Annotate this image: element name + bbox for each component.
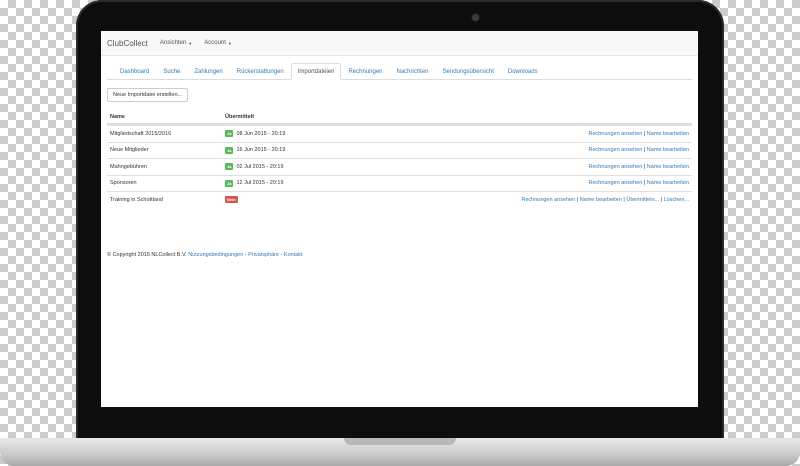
row-date: 02 Jul 2015 - 20:19 <box>236 163 284 170</box>
row-actions: Rechnungen ansehen | Name bearbeiten <box>588 147 689 154</box>
row-actions: Rechnungen ansehen | Name bearbeiten <box>588 163 689 170</box>
status-badge: Ja <box>225 146 234 154</box>
table-row: Neue Mitglieder Ja 16 Jun 2015 - 20:19 R… <box>107 141 692 159</box>
view-invoices-link[interactable]: Rechnungen ansehen <box>588 147 642 153</box>
row-date: 08 Jun 2015 - 20:19 <box>236 130 286 137</box>
tab-importdateien[interactable]: Importdateien <box>290 63 342 80</box>
row-name: Sponsoren <box>110 180 137 187</box>
edit-name-link[interactable]: Name bearbeiten <box>647 164 689 170</box>
caret-down-icon: ▼ <box>188 40 193 46</box>
table-header: Name Übermittelt <box>107 110 692 125</box>
row-date: 16 Jun 2015 - 20:19 <box>236 147 286 154</box>
tab-suche[interactable]: Suche <box>156 63 187 80</box>
column-header-transmitted: Übermittelt <box>225 113 255 120</box>
privacy-link[interactable]: Privatsphäre <box>248 252 279 258</box>
import-files-table: Name Übermittelt Mitgliedschaft 2015/201… <box>107 110 692 208</box>
row-transmitted: Ja 16 Jun 2015 - 20:19 <box>225 146 445 154</box>
table-row: Training in Schottland Nein Rechnungen a… <box>107 191 692 208</box>
row-name: Training in Schottland <box>110 196 163 203</box>
row-transmitted: Ja 12 Jul 2015 - 20:19 <box>225 179 445 187</box>
tab-rechnungen[interactable]: Rechnungen <box>341 63 389 80</box>
contact-link[interactable]: Kontakt <box>284 252 303 258</box>
status-badge: Ja <box>225 130 234 138</box>
camera-icon <box>472 14 479 21</box>
row-actions: Rechnungen ansehen | Name bearbeiten <box>588 180 689 187</box>
row-transmitted: Ja 08 Jun 2015 - 20:19 <box>225 130 445 138</box>
status-badge: Ja <box>225 179 234 187</box>
page-footer: © Copyright 2015 NLCollect B.V. Nutzungs… <box>107 252 303 258</box>
column-header-name: Name <box>110 113 125 120</box>
view-invoices-link[interactable]: Rechnungen ansehen <box>588 164 642 170</box>
tab-bar: Dashboard Suche Zahlungen Rückerstattung… <box>107 62 692 80</box>
caret-down-icon: ▼ <box>227 40 232 46</box>
tab-nachrichten[interactable]: Nachrichten <box>390 63 436 80</box>
row-actions: Rechnungen ansehen | Name bearbeiten <box>588 130 689 137</box>
menu-ansichten-label: Ansichten <box>159 40 187 46</box>
status-badge: Nein <box>225 196 238 204</box>
view-invoices-link[interactable]: Rechnungen ansehen <box>521 197 575 203</box>
view-invoices-link[interactable]: Rechnungen ansehen <box>588 180 642 186</box>
edit-name-link[interactable]: Name bearbeiten <box>647 131 689 137</box>
delete-link[interactable]: Löschen... <box>664 197 689 203</box>
table-row: Mitgliedschaft 2015/2016 Ja 08 Jun 2015 … <box>107 125 692 142</box>
copyright-text: © Copyright 2015 NLCollect B.V. <box>107 252 187 258</box>
row-date: 12 Jul 2015 - 20:19 <box>236 180 284 187</box>
table-row: Sponsoren Ja 12 Jul 2015 - 20:19 Rechnun… <box>107 174 692 192</box>
edit-name-link[interactable]: Name bearbeiten <box>647 147 689 153</box>
edit-name-link[interactable]: Name bearbeiten <box>580 197 622 203</box>
menu-account[interactable]: Account ▼ <box>204 40 232 46</box>
table-row: Mahngebühren Ja 02 Jul 2015 - 20:19 Rech… <box>107 158 692 175</box>
row-transmitted: Ja 02 Jul 2015 - 20:19 <box>225 163 445 171</box>
tab-zahlungen[interactable]: Zahlungen <box>187 63 229 80</box>
menu-account-label: Account <box>204 40 226 46</box>
terms-link[interactable]: Nutzungsbedingungen <box>188 252 243 258</box>
laptop-notch <box>344 438 456 445</box>
tab-dashboard[interactable]: Dashboard <box>113 63 156 80</box>
row-actions: Rechnungen ansehen | Name bearbeiten | Ü… <box>521 196 689 203</box>
new-import-file-button[interactable]: Neue Importdatei erstellen... <box>107 88 189 102</box>
row-name: Mitgliedschaft 2015/2016 <box>110 130 172 137</box>
transmit-link[interactable]: Übermitteln... <box>626 197 659 203</box>
status-badge: Ja <box>225 163 234 171</box>
edit-name-link[interactable]: Name bearbeiten <box>647 180 689 186</box>
app-screen: ClubCollect Ansichten ▼ Account ▼ Dashbo… <box>101 31 698 407</box>
menu-ansichten[interactable]: Ansichten ▼ <box>160 40 192 46</box>
tab-downloads[interactable]: Downloads <box>501 63 545 80</box>
tab-sendungsuebersicht[interactable]: Sendungsübersicht <box>436 63 501 80</box>
row-transmitted: Nein <box>225 196 445 204</box>
top-navbar: ClubCollect Ansichten ▼ Account ▼ <box>101 31 698 56</box>
tab-rueckerstattungen[interactable]: Rückerstattungen <box>230 63 291 80</box>
brand-logo[interactable]: ClubCollect <box>107 39 148 48</box>
row-name: Neue Mitglieder <box>110 147 149 154</box>
view-invoices-link[interactable]: Rechnungen ansehen <box>588 131 642 137</box>
row-name: Mahngebühren <box>110 163 148 170</box>
